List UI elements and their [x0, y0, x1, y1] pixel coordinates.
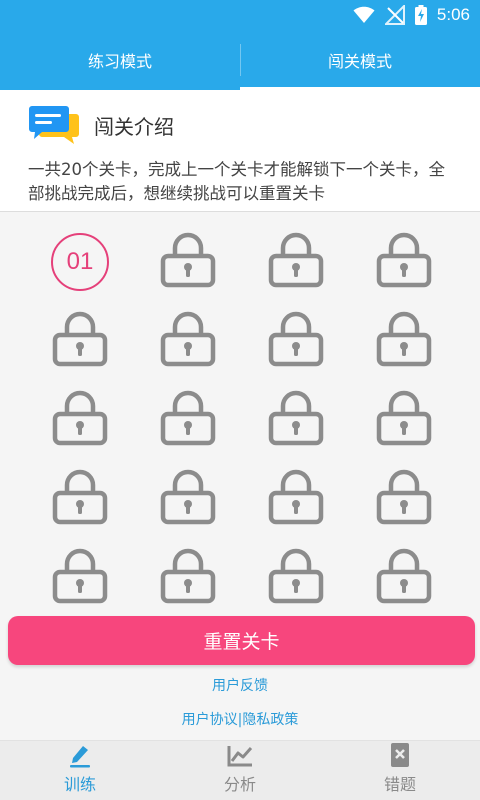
policy-links-row: 用户协议|隐私政策 [0, 709, 480, 729]
lock-icon [51, 390, 109, 450]
level-cell-locked[interactable] [134, 538, 242, 617]
lock-icon [267, 390, 325, 450]
level-cell-locked[interactable] [134, 380, 242, 459]
level-grid: 01 [26, 222, 456, 617]
level-cell-locked[interactable] [26, 380, 134, 459]
intro-title: 闯关介绍 [94, 114, 174, 139]
feedback-link[interactable]: 用户反馈 [212, 678, 268, 694]
lock-icon [375, 548, 433, 608]
level-cell-locked[interactable] [26, 301, 134, 380]
level-cell-locked[interactable] [26, 459, 134, 538]
level-cell-locked[interactable] [134, 459, 242, 538]
battery-charging-icon [414, 5, 427, 25]
status-time: 5:06 [436, 5, 470, 24]
lock-icon [159, 232, 217, 292]
wifi-icon [353, 6, 375, 23]
intro-description: 一共20个关卡，完成上一个关卡才能解锁下一个关卡，全部挑战完成后，想继续挑战可以… [28, 160, 445, 203]
level-cell-locked[interactable] [242, 222, 350, 301]
lock-icon [159, 390, 217, 450]
no-signal-icon [384, 5, 405, 25]
nav-label-analysis: 分析 [223, 775, 256, 794]
nav-item-analysis[interactable]: 分析 [160, 741, 320, 800]
lock-icon [51, 548, 109, 608]
nav-item-wrong-questions[interactable]: 错题 [320, 741, 480, 800]
lock-icon [267, 469, 325, 529]
level-cell-locked[interactable] [242, 301, 350, 380]
level-cell-locked[interactable] [350, 459, 458, 538]
level-cell-locked[interactable] [242, 538, 350, 617]
level-cell-locked[interactable] [242, 380, 350, 459]
pencil-icon [70, 746, 90, 768]
level-cell-locked[interactable] [242, 459, 350, 538]
lock-icon [159, 548, 217, 608]
lock-icon [267, 232, 325, 292]
challenge-intro: 闯关介绍 一共20个关卡，完成上一个关卡才能解锁下一个关卡，全部挑战完成后，想继… [0, 90, 480, 212]
privacy-policy-link[interactable]: 隐私政策 [242, 712, 298, 728]
nav-label-wrong-questions: 错题 [383, 775, 416, 794]
lock-icon [375, 311, 433, 371]
nav-label-training: 训练 [63, 775, 96, 794]
lock-icon [375, 390, 433, 450]
lock-icon [267, 548, 325, 608]
level-cell-locked[interactable] [350, 538, 458, 617]
level-cell-current[interactable]: 01 [26, 222, 134, 301]
tab-practice-mode[interactable]: 练习模式 [0, 30, 240, 90]
level-cell-locked[interactable] [26, 538, 134, 617]
lock-icon [159, 469, 217, 529]
level-cell-locked[interactable] [134, 301, 242, 380]
level-cell-locked[interactable] [350, 301, 458, 380]
lock-icon [51, 311, 109, 371]
lock-icon [375, 469, 433, 529]
intro-header: 闯关介绍 [28, 104, 174, 146]
chat-bubbles-icon [29, 106, 79, 144]
wrong-book-icon [391, 743, 409, 767]
nav-item-training[interactable]: 训练 [0, 741, 160, 800]
level-cell-locked[interactable] [350, 222, 458, 301]
lock-icon [267, 311, 325, 371]
reset-levels-button[interactable]: 重置关卡 [8, 616, 475, 665]
level-cell-locked[interactable] [350, 380, 458, 459]
app-screen: 5:06 练习模式 闯关模式 闯关介绍 一共20个关卡，完成上一个关卡才能解锁下… [0, 0, 480, 800]
line-chart-icon [227, 746, 253, 767]
current-level-badge: 01 [51, 232, 109, 291]
tab-challenge-mode[interactable]: 闯关模式 [240, 30, 480, 90]
bottom-navigation: 训练 分析 错题 [0, 740, 480, 800]
lock-icon [159, 311, 217, 371]
level-cell-locked[interactable] [134, 222, 242, 301]
user-agreement-link[interactable]: 用户协议 [182, 712, 238, 728]
lock-icon [375, 232, 433, 292]
status-bar: 5:06 [0, 0, 480, 30]
mode-tabs: 练习模式 闯关模式 [0, 30, 480, 90]
feedback-link-row: 用户反馈 [0, 675, 480, 695]
lock-icon [51, 469, 109, 529]
